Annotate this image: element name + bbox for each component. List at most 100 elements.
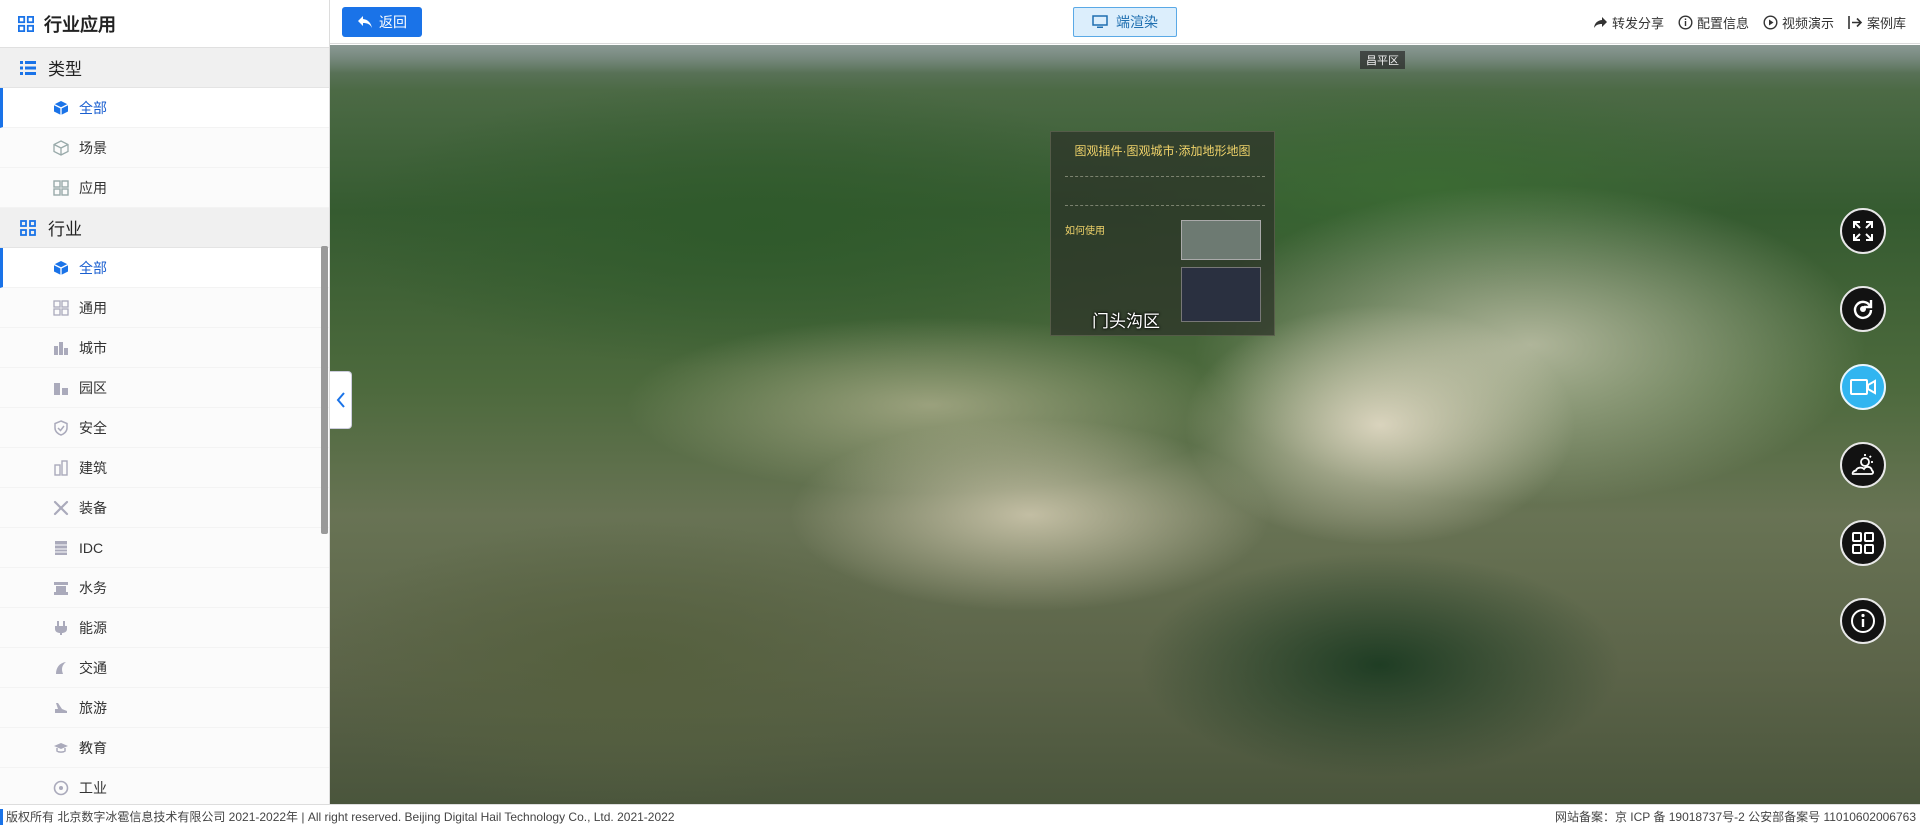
industry-item-industry-label: 工业: [79, 779, 107, 796]
travel-icon: [53, 700, 69, 716]
layers-grid-icon: [1851, 531, 1875, 555]
info-icon: [1850, 608, 1876, 634]
fullscreen-button[interactable]: [1840, 208, 1886, 254]
industry-icon: [53, 780, 69, 796]
server-icon: [53, 540, 69, 556]
education-icon: [53, 740, 69, 756]
cube-icon: [53, 260, 69, 276]
info-panel-text: [1065, 176, 1265, 206]
sidebar-scrollbar[interactable]: [321, 246, 328, 534]
industry-item-energy-label: 能源: [79, 619, 107, 636]
case-library-label: 案例库: [1866, 15, 1906, 31]
layers-grid-button[interactable]: [1840, 520, 1886, 566]
sidebar: 行业应用 类型 全部 场景 应用 行业 全部 通用 城市 园区 安全 建筑 装备…: [0, 0, 330, 804]
sidebar-header: 行业应用: [0, 0, 329, 48]
industry-item-industry[interactable]: 工业: [0, 768, 329, 804]
grid-outline-icon: [53, 299, 69, 316]
industry-item-equipment-label: 装备: [79, 499, 107, 516]
cube-outline-icon: [53, 139, 69, 156]
share-link[interactable]: 转发分享: [1593, 13, 1664, 32]
industry-item-park-label: 园区: [79, 379, 107, 396]
back-button-label: 返回: [379, 14, 407, 30]
weather-icon: [1850, 453, 1876, 477]
video-camera-icon: [1850, 377, 1876, 397]
info-panel-heading: 如何使用: [1065, 226, 1105, 237]
plug-icon: [53, 620, 69, 636]
sidebar-title: 行业应用: [44, 14, 116, 35]
industry-item-general[interactable]: 通用: [0, 288, 329, 328]
library-icon: [1848, 14, 1864, 30]
share-label: 转发分享: [1611, 15, 1664, 31]
industry-item-park[interactable]: 园区: [0, 368, 329, 408]
type-item-scene[interactable]: 场景: [0, 128, 329, 168]
industry-item-water-label: 水务: [79, 579, 107, 596]
industry-item-security[interactable]: 安全: [0, 408, 329, 448]
industry-item-security-label: 安全: [79, 419, 107, 436]
section-type-label: 类型: [48, 60, 82, 79]
chevron-left-icon: [333, 392, 349, 408]
industry-item-idc[interactable]: IDC: [0, 528, 329, 568]
rotate-icon: [1851, 297, 1875, 321]
district-label[interactable]: 门头沟区: [1092, 307, 1160, 332]
industry-item-all-label: 全部: [79, 259, 107, 276]
render-mode-button[interactable]: 端渲染: [1073, 7, 1177, 37]
render-mode-label: 端渲染: [1116, 14, 1158, 30]
list-icon: [20, 60, 36, 76]
info-panel-title: 图观插件·图观城市·添加地形地图: [1074, 144, 1251, 158]
map-horizon: [330, 45, 1920, 73]
industry-item-water[interactable]: 水务: [0, 568, 329, 608]
sidebar-collapse-button[interactable]: [330, 371, 352, 429]
footer-icp[interactable]: 网站备案：京 ICP 备 19018737号-2 公安部备案号 11010602…: [1555, 808, 1916, 825]
cube-icon: [53, 100, 69, 116]
grid-icon: [20, 219, 36, 236]
back-arrow-icon: [357, 14, 373, 30]
info-panel-screenshot: [1181, 267, 1261, 322]
config-info-label: 配置信息: [1696, 15, 1749, 31]
section-industry[interactable]: 行业: [0, 208, 329, 248]
weather-button[interactable]: [1840, 442, 1886, 488]
map-info-panel[interactable]: 图观插件·图观城市·添加地形地图 如何使用: [1050, 131, 1275, 336]
monitor-icon: [1092, 14, 1108, 30]
industry-item-education[interactable]: 教育: [0, 728, 329, 768]
tools-icon: [53, 500, 69, 516]
video-demo-link[interactable]: 视频演示: [1763, 13, 1834, 32]
apps-icon: [53, 179, 69, 196]
water-icon: [53, 580, 69, 596]
industry-item-building-label: 建筑: [79, 459, 107, 476]
play-icon: [1763, 14, 1779, 30]
traffic-icon: [53, 660, 69, 676]
map-3d-view[interactable]: 昌平区 图观插件·图观城市·添加地形地图 如何使用 门头沟区: [330, 45, 1920, 804]
industry-item-travel[interactable]: 旅游: [0, 688, 329, 728]
type-item-app[interactable]: 应用: [0, 168, 329, 208]
map-place-tag: 昌平区: [1360, 51, 1405, 69]
top-actions: 转发分享 配置信息 视频演示 案例库: [1593, 0, 1906, 44]
city-icon: [53, 340, 69, 356]
industry-item-all[interactable]: 全部: [0, 248, 329, 288]
industry-item-traffic[interactable]: 交通: [0, 648, 329, 688]
video-camera-button[interactable]: [1840, 364, 1886, 410]
shield-icon: [53, 419, 69, 436]
industry-item-city[interactable]: 城市: [0, 328, 329, 368]
case-library-link[interactable]: 案例库: [1848, 13, 1906, 32]
config-info-link[interactable]: 配置信息: [1678, 13, 1749, 32]
section-industry-label: 行业: [48, 220, 82, 239]
industry-item-building[interactable]: 建筑: [0, 448, 329, 488]
type-item-app-label: 应用: [79, 179, 107, 196]
info-button[interactable]: [1840, 598, 1886, 644]
footer-copyright: 版权所有 北京数字冰雹信息技术有限公司 2021-2022年 | All rig…: [6, 810, 675, 824]
footer: 版权所有 北京数字冰雹信息技术有限公司 2021-2022年 | All rig…: [0, 804, 1920, 828]
building-icon: [53, 459, 69, 476]
info-icon: [1678, 14, 1694, 30]
section-type[interactable]: 类型: [0, 48, 329, 88]
type-item-all[interactable]: 全部: [0, 88, 329, 128]
park-icon: [53, 380, 69, 396]
back-button[interactable]: 返回: [342, 7, 422, 37]
top-toolbar: 返回 端渲染 转发分享 配置信息 视频演示 案例库: [330, 0, 1920, 44]
industry-item-energy[interactable]: 能源: [0, 608, 329, 648]
industry-item-general-label: 通用: [79, 299, 107, 316]
industry-item-education-label: 教育: [79, 739, 107, 756]
rotate-button[interactable]: [1840, 286, 1886, 332]
share-icon: [1593, 14, 1609, 30]
industry-item-equipment[interactable]: 装备: [0, 488, 329, 528]
video-demo-label: 视频演示: [1781, 15, 1834, 31]
